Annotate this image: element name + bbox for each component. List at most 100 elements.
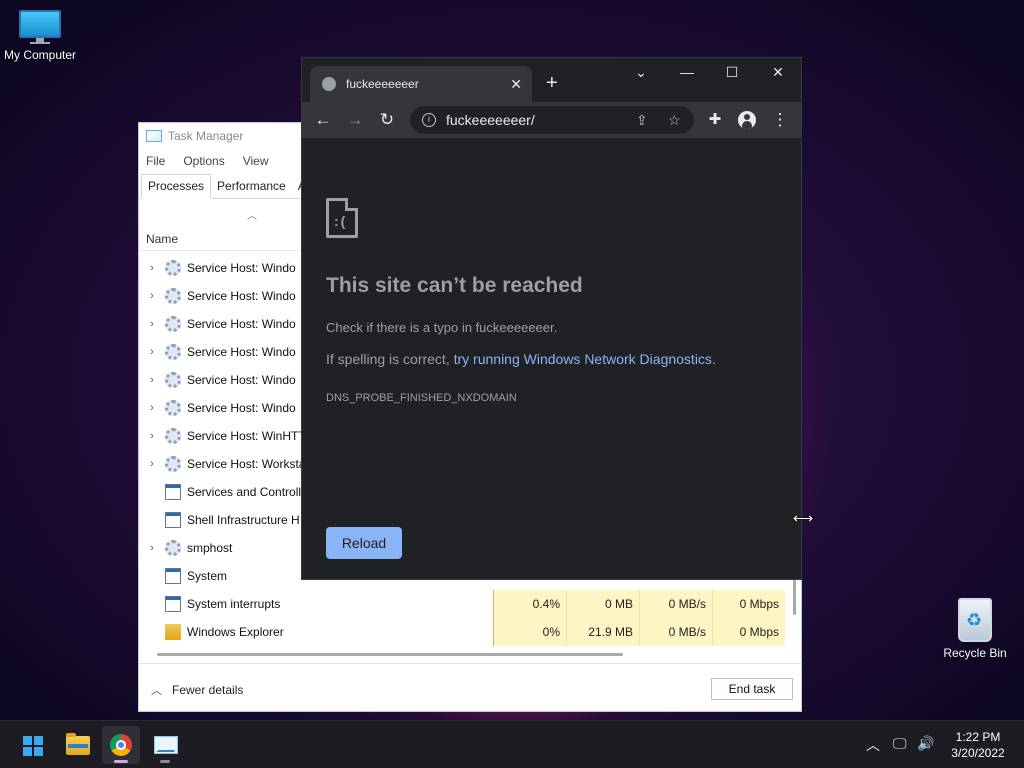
desktop-icon-label: My Computer xyxy=(3,48,77,62)
table-row[interactable]: System interrupts 0.4% 0 MB 0 MB/s 0 Mbp… xyxy=(139,590,801,618)
end-task-button[interactable]: End task xyxy=(711,678,793,700)
disk-cell: 0 MB/s xyxy=(639,590,712,618)
cpu-cell: 0.4% xyxy=(493,590,566,618)
error-diagnostics-hint: If spelling is correct, try running Wind… xyxy=(326,351,716,367)
gear-icon xyxy=(165,400,181,416)
address-bar-url[interactable]: fuckeeeeeeer/ xyxy=(446,112,535,128)
chrome-icon xyxy=(110,734,132,756)
gear-icon xyxy=(165,428,181,444)
minimize-icon[interactable]: — xyxy=(672,64,702,80)
process-name: Service Host: Windo xyxy=(187,345,296,359)
folder-icon xyxy=(165,624,181,640)
gear-icon xyxy=(165,260,181,276)
error-title: This site can’t be reached xyxy=(326,274,583,297)
taskbar: ︿ 🖵 🔊 1:22 PM 3/20/2022 xyxy=(0,720,1024,768)
back-icon[interactable]: ← xyxy=(312,110,334,130)
tab-close-icon[interactable]: ✕ xyxy=(510,76,522,93)
close-icon[interactable]: ✕ xyxy=(763,64,793,81)
network-diagnostics-link[interactable]: try running Windows Network Diagnostics xyxy=(454,351,712,367)
maximize-icon[interactable]: ☐ xyxy=(717,64,747,81)
start-button[interactable] xyxy=(13,726,51,764)
extensions-puzzle-icon[interactable]: ✚ xyxy=(704,110,726,128)
taskbar-chrome[interactable] xyxy=(102,726,140,764)
diagnostics-prefix: If spelling is correct, xyxy=(326,351,454,367)
taskbar-task-manager[interactable] xyxy=(146,726,184,764)
taskbar-clock[interactable]: 1:22 PM 3/20/2022 xyxy=(940,729,1016,761)
expand-chevron-icon[interactable]: › xyxy=(139,262,165,274)
expand-chevron-icon[interactable]: › xyxy=(139,542,165,554)
profile-avatar-icon[interactable] xyxy=(738,111,756,129)
column-header-label: Name xyxy=(146,231,179,246)
network-cell: 0 Mbps xyxy=(712,590,785,618)
process-name: System interrupts xyxy=(187,597,281,611)
globe-icon xyxy=(322,77,336,91)
menu-options[interactable]: Options xyxy=(183,154,224,168)
forward-icon[interactable]: → xyxy=(344,110,366,130)
window-app-icon xyxy=(165,484,181,500)
process-name: Service Host: Worksta xyxy=(187,457,306,471)
sad-document-icon: :( xyxy=(326,198,358,238)
tray-overflow-chevron-icon[interactable]: ︿ xyxy=(866,735,880,755)
file-explorer-icon xyxy=(66,733,90,755)
process-name: Shell Infrastructure H xyxy=(187,513,300,527)
task-manager-icon xyxy=(154,736,178,754)
process-name: Windows Explorer xyxy=(187,625,284,639)
tab-processes[interactable]: Processes xyxy=(141,174,212,199)
table-row[interactable]: Windows Explorer 0% 21.9 MB 0 MB/s 0 Mbp… xyxy=(139,618,801,646)
clock-time: 1:22 PM xyxy=(955,730,1001,744)
gear-icon xyxy=(165,344,181,360)
process-name: Service Host: Windo xyxy=(187,401,296,415)
error-page: :( This site can’t be reached Check if t… xyxy=(302,138,801,579)
process-name: Service Host: Windo xyxy=(187,261,296,275)
process-name: Services and Controll xyxy=(187,485,302,499)
expand-chevron-icon[interactable]: › xyxy=(139,458,165,470)
info-icon[interactable]: i xyxy=(422,113,436,127)
gear-icon xyxy=(165,540,181,556)
running-indicator xyxy=(160,760,170,763)
process-name: Service Host: Windo xyxy=(187,373,296,387)
reload-button[interactable]: Reload xyxy=(326,527,402,559)
expand-chevron-icon[interactable]: › xyxy=(139,346,165,358)
expand-chevron-icon[interactable]: › xyxy=(139,374,165,386)
volume-icon[interactable]: 🔊 xyxy=(917,735,934,752)
memory-cell: 21.9 MB xyxy=(566,618,639,646)
tab-performance[interactable]: Performance xyxy=(211,175,292,198)
refresh-icon[interactable]: ↻ xyxy=(376,110,398,130)
menu-file[interactable]: File xyxy=(146,154,165,168)
chrome-titlebar[interactable]: fuckeeeeeeer ✕ + ⌄ — ☐ ✕ xyxy=(302,58,801,102)
new-tab-icon[interactable]: + xyxy=(546,72,558,95)
share-icon[interactable]: ⇪ xyxy=(636,112,648,129)
bookmark-star-icon[interactable]: ☆ xyxy=(668,112,681,129)
process-name: System xyxy=(187,569,228,583)
task-manager-title: Task Manager xyxy=(168,129,244,143)
menu-view[interactable]: View xyxy=(243,154,269,168)
address-bar[interactable]: i fuckeeeeeeer/ ⇪ ☆ xyxy=(410,106,694,134)
error-typo-hint: Check if there is a typo in fuckeeeeeeer… xyxy=(326,320,558,335)
network-icon[interactable]: 🖵 xyxy=(893,735,907,752)
resize-cursor-icon: ⟷ xyxy=(793,510,814,526)
gear-icon xyxy=(165,288,181,304)
more-menu-icon[interactable]: ⋮ xyxy=(769,110,791,130)
browser-tab[interactable]: fuckeeeeeeer ✕ xyxy=(310,66,532,102)
task-manager-footer: ︿ Fewer details End task xyxy=(139,663,801,711)
active-indicator xyxy=(114,760,128,763)
fewer-details-toggle[interactable]: ︿ Fewer details xyxy=(151,682,243,698)
horizontal-scrollbar[interactable] xyxy=(157,653,623,656)
desktop-icon-my-computer[interactable]: My Computer xyxy=(0,10,80,62)
diagnostics-suffix: . xyxy=(711,351,716,367)
tab-search-chevron-icon[interactable]: ⌄ xyxy=(626,64,656,81)
chevron-up-icon: ︿ xyxy=(151,685,162,697)
expand-chevron-icon[interactable]: › xyxy=(139,290,165,302)
desktop-icon-label: Recycle Bin xyxy=(943,646,1007,660)
desktop-icon-recycle-bin[interactable]: ♻ Recycle Bin xyxy=(935,598,1015,660)
monitor-icon xyxy=(19,10,61,44)
window-app-icon xyxy=(165,568,181,584)
expand-chevron-icon[interactable]: › xyxy=(139,430,165,442)
expand-chevron-icon[interactable]: › xyxy=(139,402,165,414)
clock-date: 3/20/2022 xyxy=(951,746,1005,760)
sort-caret-icon[interactable]: ︿ xyxy=(247,207,257,222)
cpu-cell: 0% xyxy=(493,618,566,646)
chrome-toolbar: ← → ↻ i fuckeeeeeeer/ ⇪ ☆ ✚ ⋮ xyxy=(302,102,801,138)
expand-chevron-icon[interactable]: › xyxy=(139,318,165,330)
taskbar-file-explorer[interactable] xyxy=(58,726,96,764)
